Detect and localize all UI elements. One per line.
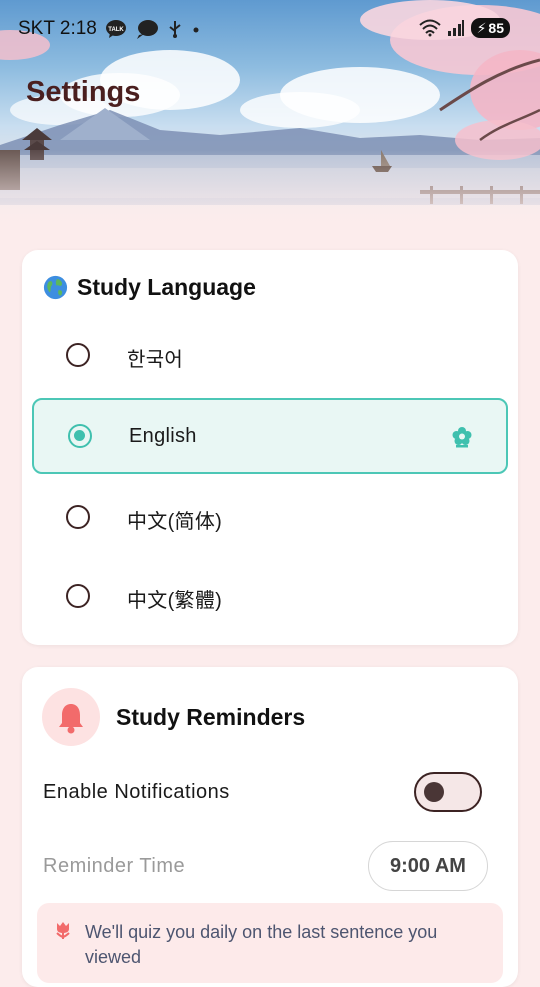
- enable-notifications-label: Enable Notifications: [43, 781, 230, 803]
- dot-icon: [193, 27, 199, 33]
- talk-icon: TALK: [105, 20, 126, 38]
- language-label: 中文(繁體): [127, 590, 223, 612]
- svg-text:TALK: TALK: [108, 27, 124, 33]
- study-reminders-card: Study Reminders Enable Notifications Rem…: [22, 667, 518, 987]
- page-title: Settings: [26, 76, 141, 108]
- study-language-header: Study Language: [42, 274, 256, 301]
- radio-button[interactable]: [66, 343, 90, 367]
- status-carrier-time: SKT 2:18: [18, 18, 97, 39]
- radio-button[interactable]: [66, 505, 90, 529]
- language-label: 한국어: [127, 349, 184, 371]
- battery-level: 85: [488, 20, 504, 36]
- notifications-toggle[interactable]: [414, 772, 482, 812]
- language-option-english[interactable]: English: [32, 398, 508, 474]
- tulip-icon: [56, 922, 70, 939]
- toggle-knob: [424, 782, 444, 802]
- language-label: 中文(简体): [127, 511, 223, 533]
- reminder-info-text: We'll quiz you daily on the last sentenc…: [85, 922, 438, 967]
- globe-icon: [43, 275, 68, 300]
- status-bar: SKT 2:18 TALK ⚡ 85: [0, 0, 540, 60]
- battery-charging-icon: ⚡ 85: [470, 18, 510, 38]
- reminder-info-box: We'll quiz you daily on the last sentenc…: [37, 903, 503, 983]
- study-language-card: Study Language 한국어 English 中文(简体) 中文(繁體): [22, 250, 518, 645]
- language-option-korean[interactable]: 한국어: [32, 317, 508, 393]
- study-language-title: Study Language: [77, 274, 256, 300]
- wifi-icon: [418, 19, 441, 37]
- usb-icon: [169, 21, 181, 38]
- flower-icon: [452, 427, 472, 448]
- radio-button-selected[interactable]: [68, 424, 92, 448]
- header-fade: [0, 150, 540, 230]
- bell-icon-badge: [42, 688, 100, 746]
- radio-dot: [74, 430, 85, 441]
- reminder-time-label: Reminder Time: [43, 855, 186, 877]
- signal-icon: [447, 20, 464, 36]
- radio-button[interactable]: [66, 584, 90, 608]
- bell-icon: [59, 704, 83, 734]
- language-option-chinese-simplified[interactable]: 中文(简体): [32, 479, 508, 555]
- study-reminders-title: Study Reminders: [116, 704, 306, 730]
- language-label: English: [129, 425, 197, 447]
- chat-bubble-icon: [136, 20, 158, 39]
- language-option-chinese-traditional[interactable]: 中文(繁體): [32, 558, 508, 634]
- reminder-time-button[interactable]: 9:00 AM: [368, 841, 488, 891]
